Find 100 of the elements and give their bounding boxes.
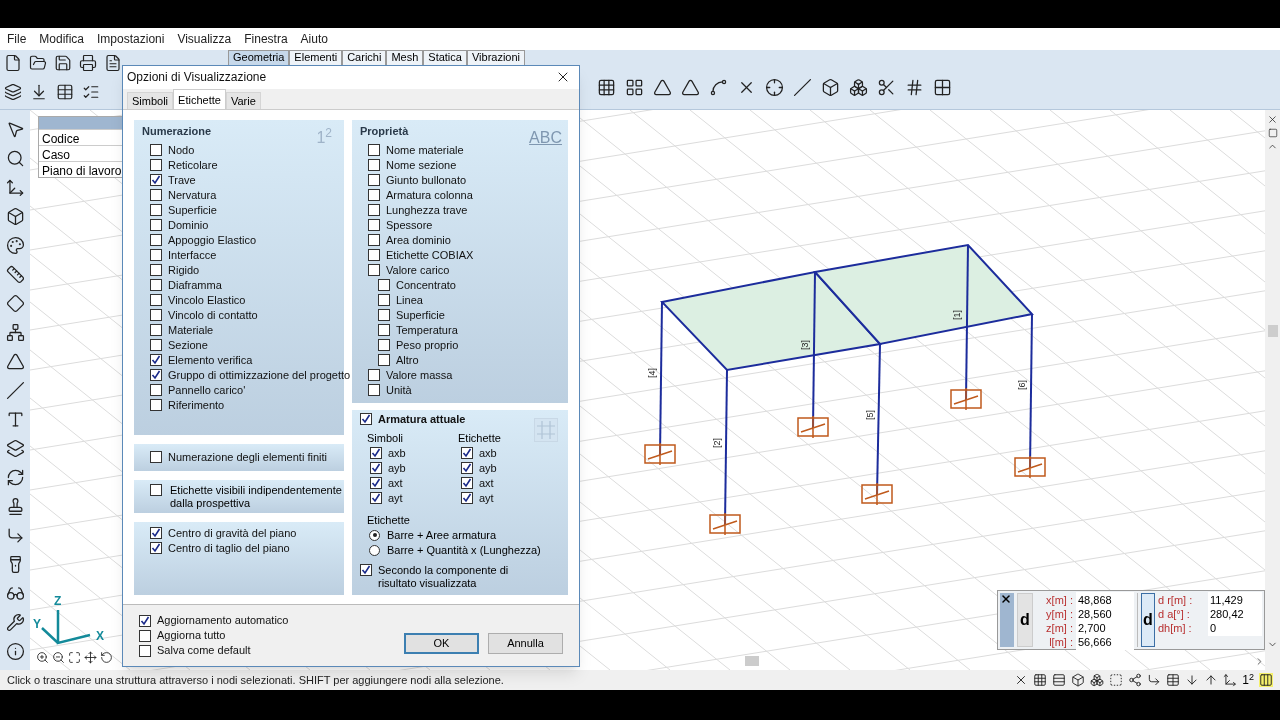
checkbox[interactable]: [368, 203, 380, 216]
dialog-button[interactable]: OK: [404, 633, 479, 654]
close-icon[interactable]: [1000, 593, 1012, 605]
info-icon[interactable]: [5, 642, 25, 661]
checkbox[interactable]: [360, 563, 372, 576]
line-icon[interactable]: [5, 381, 25, 400]
box-icon[interactable]: [1071, 673, 1086, 687]
scrollbar-thumb[interactable]: [1267, 325, 1278, 337]
spline-icon[interactable]: [709, 78, 728, 97]
checkbox[interactable]: [150, 218, 162, 231]
maximize-icon[interactable]: [1267, 128, 1278, 138]
menu-item[interactable]: File: [7, 30, 27, 48]
checkbox[interactable]: [461, 462, 473, 475]
mesh-icon[interactable]: [625, 78, 644, 97]
ribbon-tab[interactable]: Elementi: [289, 50, 343, 65]
nodes-icon[interactable]: [5, 323, 25, 342]
checkbox[interactable]: [150, 527, 162, 540]
ribbon-tab[interactable]: Geometria: [228, 50, 290, 65]
checkbox[interactable]: [150, 158, 162, 171]
menu-item[interactable]: Modifica: [39, 30, 85, 48]
ribbon-tab[interactable]: Vibrazioni: [466, 50, 526, 65]
dialog-tab[interactable]: Simboli: [127, 91, 174, 109]
checkbox[interactable]: [139, 644, 151, 657]
radio-button[interactable]: [369, 529, 380, 541]
radio-button[interactable]: [369, 544, 380, 556]
scissors-icon[interactable]: [877, 78, 896, 97]
numbering-glyph[interactable]: 1$^{2}$: [1242, 671, 1254, 689]
ribbon-tab[interactable]: Mesh: [386, 50, 424, 65]
checkbox[interactable]: [150, 143, 162, 156]
save-icon[interactable]: [54, 54, 72, 72]
search-icon[interactable]: [5, 149, 25, 168]
ribbon-tab[interactable]: Carichi: [342, 50, 387, 65]
boxes-icon[interactable]: [1090, 673, 1105, 687]
checkbox[interactable]: [150, 188, 162, 201]
checkbox[interactable]: [368, 368, 380, 381]
cycle-icon[interactable]: [5, 468, 25, 487]
nodes-icon[interactable]: [1128, 673, 1143, 687]
fit-view-icon[interactable]: [68, 651, 81, 664]
checkbox[interactable]: [150, 173, 162, 186]
glasses-icon[interactable]: [5, 584, 25, 603]
checkbox[interactable]: [150, 483, 162, 496]
checkbox[interactable]: [150, 308, 162, 321]
grid-icon[interactable]: [933, 78, 952, 97]
grid-icon[interactable]: [1033, 673, 1048, 687]
diamond-icon[interactable]: [5, 294, 25, 313]
checkbox[interactable]: [368, 143, 380, 156]
table-icon[interactable]: [56, 83, 74, 101]
step-icon[interactable]: [1147, 673, 1162, 687]
ruler-icon[interactable]: [5, 265, 25, 284]
rows-icon[interactable]: [1052, 673, 1067, 687]
mode-button[interactable]: d: [1141, 593, 1155, 647]
checkbox[interactable]: [150, 293, 162, 306]
checkbox[interactable]: [150, 263, 162, 276]
printer-icon[interactable]: [79, 54, 97, 72]
table-icon[interactable]: [1166, 673, 1181, 687]
dialog-button[interactable]: Annulla: [488, 633, 563, 654]
checkbox[interactable]: [368, 233, 380, 246]
checkbox[interactable]: [150, 542, 162, 555]
checkbox[interactable]: [150, 248, 162, 261]
layers-icon[interactable]: [5, 439, 25, 458]
checkbox[interactable]: [378, 323, 390, 336]
color-grid-icon[interactable]: [5, 236, 25, 255]
checkbox[interactable]: [150, 368, 162, 381]
rotate-icon[interactable]: [100, 651, 113, 664]
pan-icon[interactable]: [84, 651, 97, 664]
close-icon[interactable]: [1267, 114, 1278, 125]
box-icon[interactable]: [821, 78, 840, 97]
crosshair-icon[interactable]: [765, 78, 784, 97]
toggle-icon[interactable]: [1259, 673, 1273, 687]
checkbox[interactable]: [150, 383, 162, 396]
dashed-square-icon[interactable]: [1109, 673, 1124, 687]
checkbox[interactable]: [368, 263, 380, 276]
checkbox[interactable]: [368, 158, 380, 171]
checkbox[interactable]: [150, 398, 162, 411]
axes-tool-icon[interactable]: [5, 178, 25, 197]
checkbox[interactable]: [368, 188, 380, 201]
hash-icon[interactable]: [905, 78, 924, 97]
checkbox[interactable]: [150, 278, 162, 291]
dialog-tab[interactable]: Varie: [225, 91, 261, 109]
checkbox[interactable]: [150, 203, 162, 216]
menu-item[interactable]: Impostazioni: [97, 30, 165, 48]
box-icon[interactable]: [5, 207, 25, 226]
menu-item[interactable]: Finestra: [244, 30, 288, 48]
checkbox[interactable]: [150, 353, 162, 366]
open-folder-icon[interactable]: [29, 54, 47, 72]
menu-item[interactable]: Visualizza: [177, 30, 232, 48]
checkbox[interactable]: [368, 383, 380, 396]
zoom-out-icon[interactable]: [52, 651, 65, 664]
triangle-icon[interactable]: [653, 78, 672, 97]
checkbox[interactable]: [150, 451, 162, 464]
checkbox[interactable]: [360, 413, 372, 426]
level-icon[interactable]: [30, 83, 48, 101]
checkbox[interactable]: [370, 447, 382, 460]
menu-item[interactable]: Aiuto: [300, 30, 328, 48]
zoom-in-icon[interactable]: [36, 651, 49, 664]
checkbox[interactable]: [370, 477, 382, 490]
checkbox[interactable]: [368, 218, 380, 231]
checkbox[interactable]: [370, 462, 382, 475]
checkbox[interactable]: [370, 492, 382, 505]
new-file-icon[interactable]: [4, 54, 22, 72]
